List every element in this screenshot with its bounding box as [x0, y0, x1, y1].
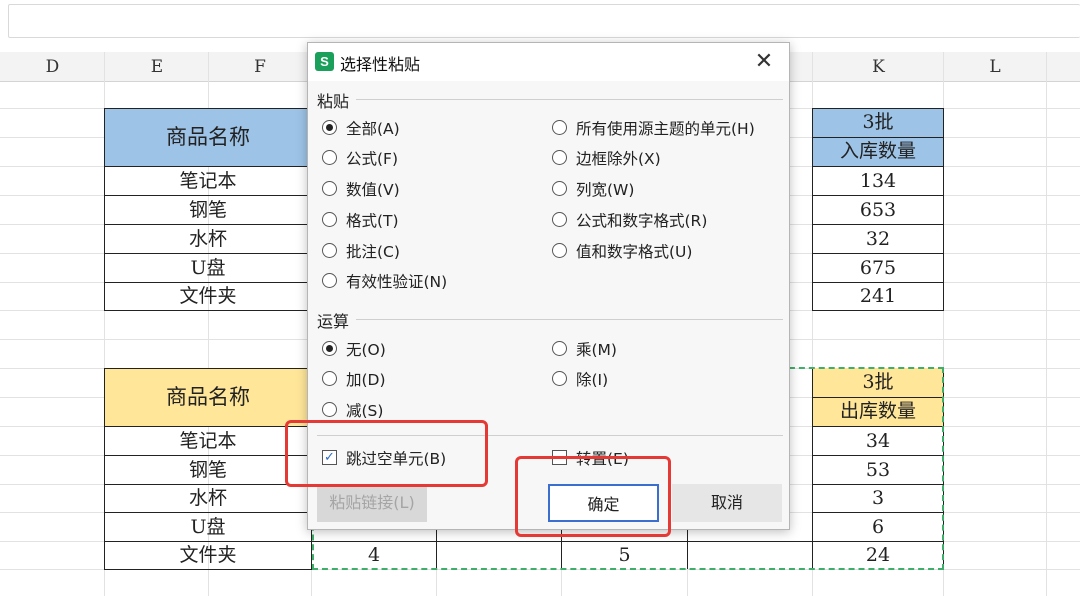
- operation-group-label: 运算: [317, 312, 350, 331]
- radio-icon: [322, 273, 337, 288]
- dialog-title: 选择性粘贴: [340, 55, 421, 74]
- table1-k-value[interactable]: 653: [813, 196, 943, 224]
- table1-k-value[interactable]: 241: [813, 283, 943, 310]
- table2-item-cell[interactable]: 钢笔: [105, 456, 311, 484]
- table2-item-cell[interactable]: U盘: [105, 513, 311, 541]
- radio-icon: [322, 371, 337, 386]
- paste-option-formats[interactable]: 格式(T): [322, 210, 399, 232]
- divider: [356, 319, 783, 320]
- table2-item-cell[interactable]: 水杯: [105, 485, 311, 512]
- column-header-d[interactable]: D: [0, 52, 105, 82]
- paste-option-comments[interactable]: 批注(C): [322, 241, 400, 263]
- radio-selected-icon: [322, 120, 337, 135]
- paste-group-label: 粘贴: [317, 92, 350, 111]
- paste-option-all[interactable]: 全部(A): [322, 118, 400, 140]
- radio-icon: [552, 371, 567, 386]
- radio-icon: [322, 150, 337, 165]
- radio-icon: [322, 402, 337, 417]
- column-header-e[interactable]: E: [105, 52, 209, 82]
- table1-item-cell[interactable]: U盘: [105, 254, 311, 282]
- table1-header-qty[interactable]: 入库数量: [813, 137, 943, 166]
- operation-add[interactable]: 加(D): [322, 369, 386, 391]
- paste-option-column-widths[interactable]: 列宽(W): [552, 179, 634, 201]
- paste-option-no-borders[interactable]: 边框除外(X): [552, 148, 661, 170]
- table1-item-cell[interactable]: 文件夹: [105, 283, 311, 310]
- close-icon[interactable]: ✕: [749, 47, 779, 77]
- radio-selected-icon: [322, 341, 337, 356]
- column-header-k[interactable]: K: [813, 52, 944, 82]
- paste-option-formulas[interactable]: 公式(F): [322, 148, 398, 170]
- table2-item-cell[interactable]: 文件夹: [105, 542, 311, 569]
- paste-link-button[interactable]: 粘贴链接(L): [317, 484, 427, 522]
- radio-icon: [322, 181, 337, 196]
- radio-icon: [322, 212, 337, 227]
- column-header-l[interactable]: L: [944, 52, 1046, 82]
- column-header-f[interactable]: F: [209, 52, 311, 82]
- table1-item-cell[interactable]: 水杯: [105, 225, 311, 253]
- paste-option-formulas-number-formats[interactable]: 公式和数字格式(R): [552, 210, 707, 232]
- radio-icon: [552, 181, 567, 196]
- table2-header-name[interactable]: 商品名称: [105, 368, 311, 426]
- divider: [356, 99, 783, 100]
- operation-divide[interactable]: 除(I): [552, 369, 608, 391]
- table2-item-cell[interactable]: 笔记本: [105, 427, 311, 455]
- paste-option-values-number-formats[interactable]: 值和数字格式(U): [552, 241, 692, 263]
- dialog-title-bar[interactable]: S 选择性粘贴 ✕: [308, 43, 789, 81]
- radio-icon: [322, 243, 337, 258]
- cancel-button[interactable]: 取消: [672, 484, 782, 522]
- table1-k-value[interactable]: 32: [813, 225, 943, 253]
- wps-app-icon: S: [315, 52, 334, 71]
- radio-icon: [552, 212, 567, 227]
- radio-icon: [552, 341, 567, 356]
- table1-k-value[interactable]: 675: [813, 254, 943, 282]
- table1-header-batch[interactable]: 3批: [813, 108, 943, 137]
- operation-subtract[interactable]: 减(S): [322, 400, 383, 422]
- operation-none[interactable]: 无(O): [322, 339, 386, 361]
- highlight-ok-button: [515, 456, 671, 537]
- table1-k-value[interactable]: 134: [813, 167, 943, 195]
- table1-header-name[interactable]: 商品名称: [105, 108, 311, 166]
- paste-option-source-theme[interactable]: 所有使用源主题的单元(H): [552, 118, 755, 140]
- paste-option-validation[interactable]: 有效性验证(N): [322, 271, 447, 293]
- table1-item-cell[interactable]: 钢笔: [105, 196, 311, 224]
- paste-option-values[interactable]: 数值(V): [322, 179, 400, 201]
- operation-multiply[interactable]: 乘(M): [552, 339, 617, 361]
- radio-icon: [552, 150, 567, 165]
- formula-bar[interactable]: [8, 4, 1080, 38]
- table1-item-cell[interactable]: 笔记本: [105, 167, 311, 195]
- highlight-skip-blanks: [285, 420, 488, 487]
- radio-icon: [552, 243, 567, 258]
- radio-icon: [552, 120, 567, 135]
